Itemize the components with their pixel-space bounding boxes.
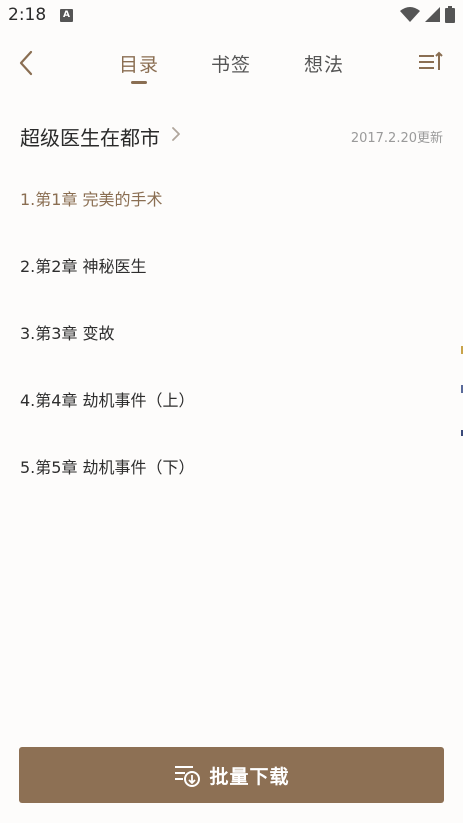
tab-notes[interactable]: 想法 (304, 50, 344, 77)
status-icons (400, 6, 455, 23)
book-title: 超级医生在都市 (20, 126, 160, 150)
reader-catalog-screen: 2:18 A 目录 书签 想法 超级医生在都市 2017.2.20更新 1.第1… (0, 0, 463, 823)
sort-list-icon (419, 51, 443, 70)
book-update-date: 2017.2.20更新 (350, 131, 443, 146)
batch-download-button[interactable]: 批量下载 (19, 747, 444, 803)
active-tab-indicator (131, 81, 147, 84)
signal-icon (425, 7, 440, 22)
battery-icon (445, 6, 455, 23)
wifi-icon (400, 6, 420, 22)
sort-button[interactable] (417, 50, 445, 76)
chevron-right-icon (172, 127, 180, 141)
download-list-icon (175, 766, 201, 787)
chapter-item[interactable]: 3.第3章 变故 (0, 312, 463, 379)
status-bar: 2:18 A (0, 0, 463, 32)
book-info-row[interactable]: 超级医生在都市 2017.2.20更新 (0, 112, 463, 158)
batch-download-label: 批量下载 (209, 765, 290, 788)
chapter-list: 1.第1章 完美的手术 2.第2章 神秘医生 3.第3章 变故 4.第4章 劫机… (0, 178, 463, 513)
chapter-item[interactable]: 1.第1章 完美的手术 (0, 178, 463, 245)
back-button[interactable] (12, 48, 42, 78)
header-nav: 目录 书签 想法 (0, 40, 463, 88)
chapter-item[interactable]: 5.第5章 劫机事件（下） (0, 446, 463, 513)
tab-catalog[interactable]: 目录 (119, 50, 159, 77)
chapter-item[interactable]: 4.第4章 劫机事件（上） (0, 379, 463, 446)
chevron-left-icon (19, 50, 33, 76)
status-time: 2:18 (8, 5, 47, 25)
tab-bookmarks[interactable]: 书签 (211, 50, 251, 77)
chapter-item[interactable]: 2.第2章 神秘医生 (0, 245, 463, 312)
notification-a-icon: A (60, 9, 73, 22)
